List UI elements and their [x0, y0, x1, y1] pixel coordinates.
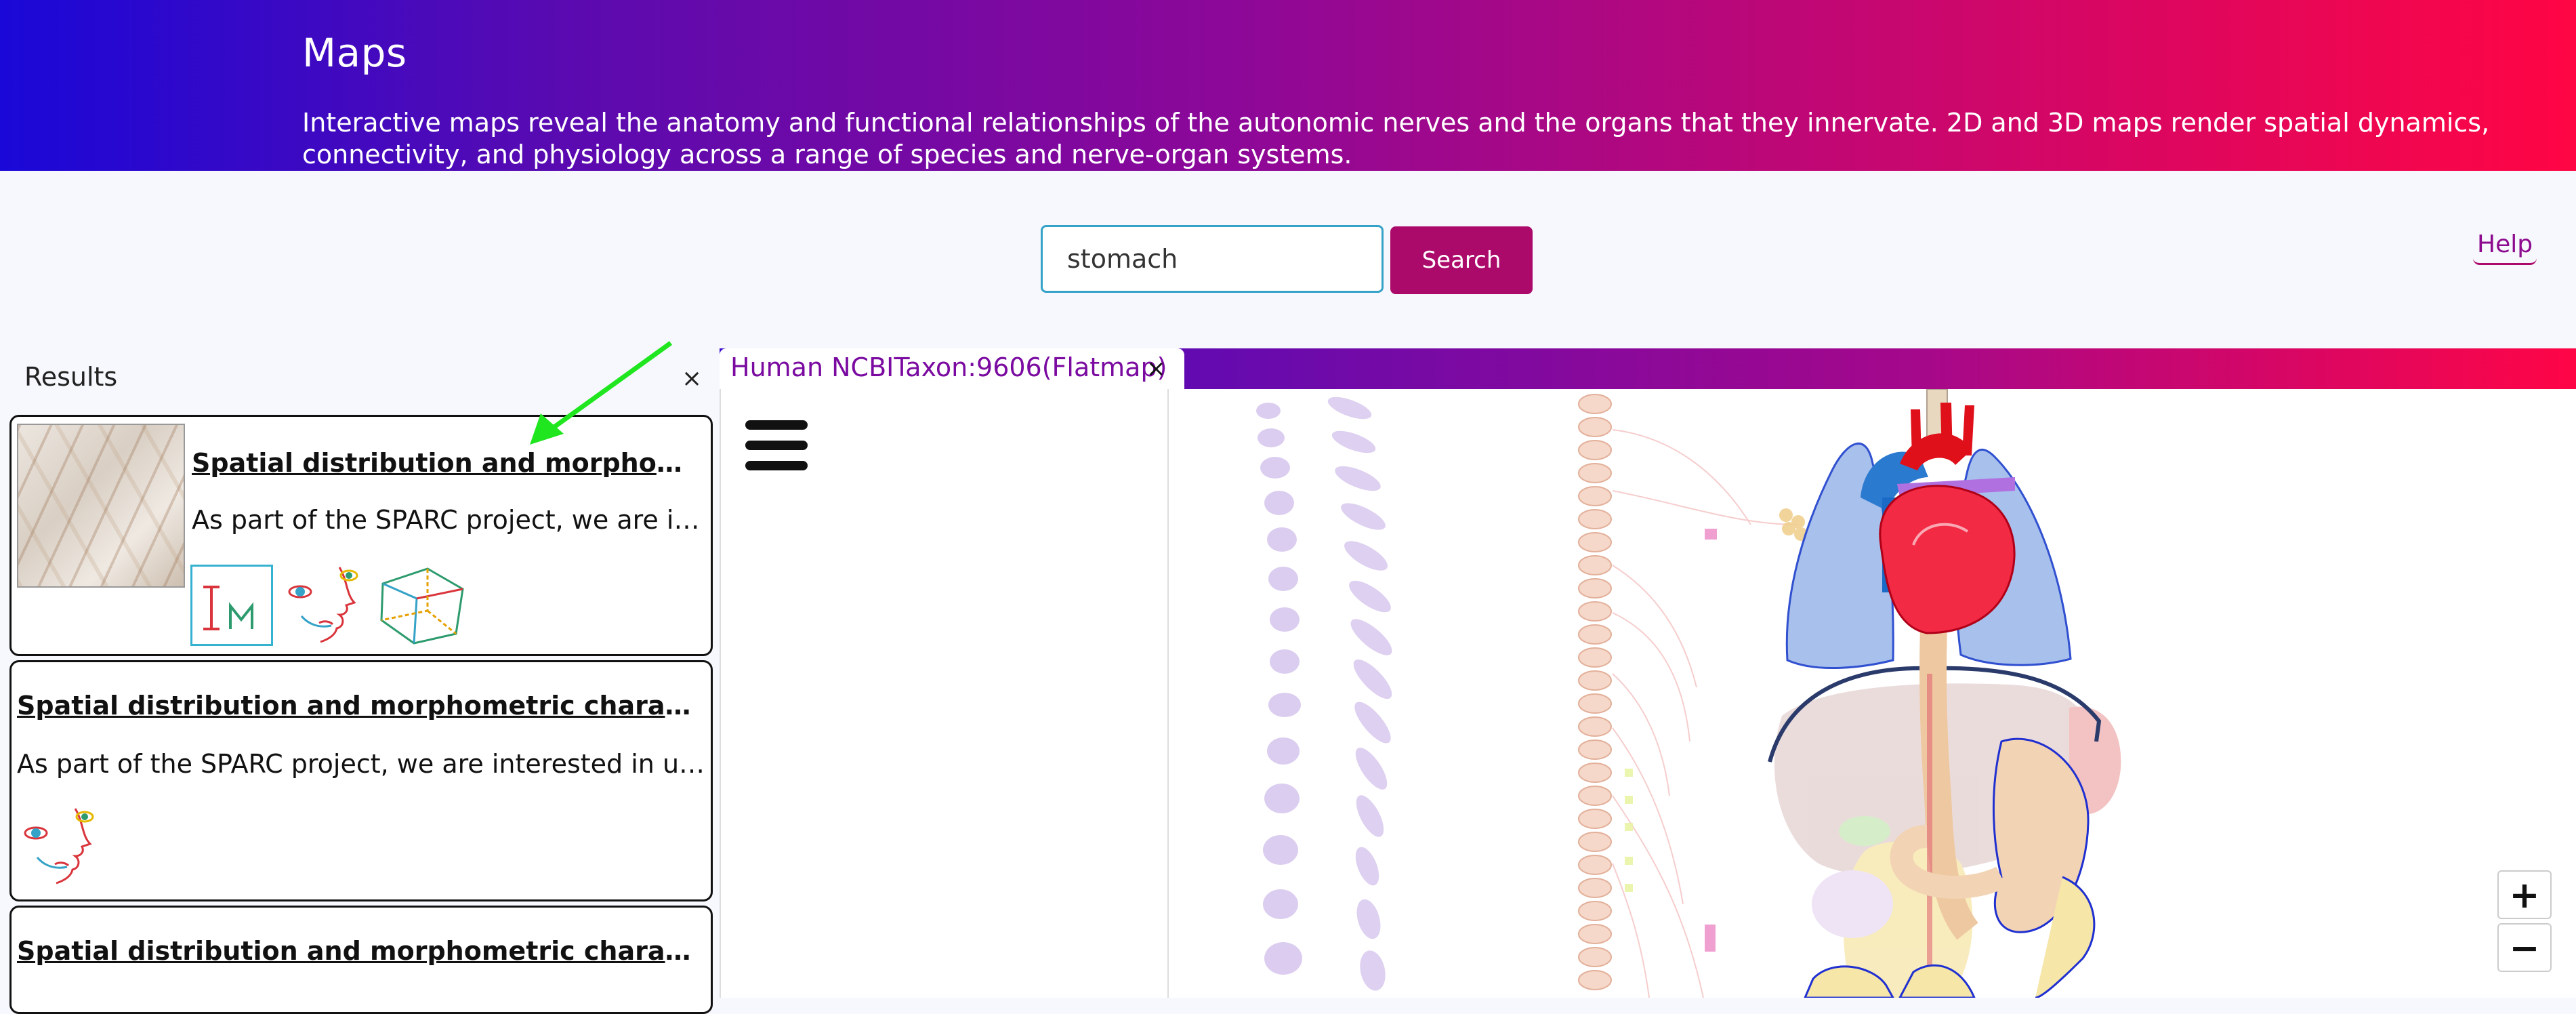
result-card[interactable]: Spatial distribution and morphometric ch…	[9, 906, 713, 1014]
result-title-link[interactable]: Spatial distribution and morphometric ch…	[192, 448, 707, 478]
zoom-out-button[interactable]: −	[2497, 923, 2552, 972]
vertebrae-column	[1256, 403, 1302, 975]
page-title: Maps	[302, 30, 407, 76]
tab-label: Human NCBITaxon:9606(Flatmap)	[730, 352, 1167, 382]
page-header: Maps Interactive maps reveal the anatomy…	[0, 0, 2576, 171]
nerve-fibres	[1612, 429, 1799, 998]
result-description: As part of the SPARC project, we are int…	[17, 749, 705, 779]
face-scaffold-icon[interactable]	[281, 563, 369, 647]
tab-human-flatmap[interactable]: Human NCBITaxon:9606(Flatmap) ×	[720, 348, 1184, 390]
result-card[interactable]: Spatial distribution and morphometric ch…	[9, 415, 713, 656]
face-scaffold-icon[interactable]	[17, 805, 105, 889]
flatmap-canvas[interactable]	[721, 389, 2576, 998]
help-link[interactable]: Help	[2472, 230, 2537, 265]
page-description: Interactive maps reveal the anatomy and …	[302, 108, 2490, 169]
result-description: As part of the SPARC project, we are int…	[192, 505, 707, 535]
aorta-arch	[1900, 433, 1972, 470]
image-map-icon[interactable]	[190, 565, 273, 646]
result-card[interactable]: Spatial distribution and morphometric ch…	[9, 660, 713, 901]
menu-icon[interactable]	[745, 420, 808, 474]
ganglion-cluster	[1779, 508, 1808, 541]
result-title-link[interactable]: Spatial distribution and morphometric ch…	[17, 691, 705, 721]
result-thumbnail[interactable]	[17, 424, 185, 588]
ganglia-chain	[1578, 394, 1612, 990]
results-title: Results	[24, 362, 118, 392]
tab-close-button[interactable]: ×	[1146, 355, 1166, 382]
zoom-in-button[interactable]: +	[2497, 870, 2552, 919]
flatmap-viewer[interactable]	[720, 389, 2576, 998]
result-title-link[interactable]: Spatial distribution and morphometric ch…	[17, 936, 705, 966]
rib-column	[1327, 397, 1392, 991]
search-button[interactable]: Search	[1390, 226, 1533, 294]
cube-3d-icon[interactable]	[377, 563, 468, 647]
results-close-button[interactable]: ×	[682, 365, 702, 392]
search-input[interactable]	[1041, 225, 1384, 293]
